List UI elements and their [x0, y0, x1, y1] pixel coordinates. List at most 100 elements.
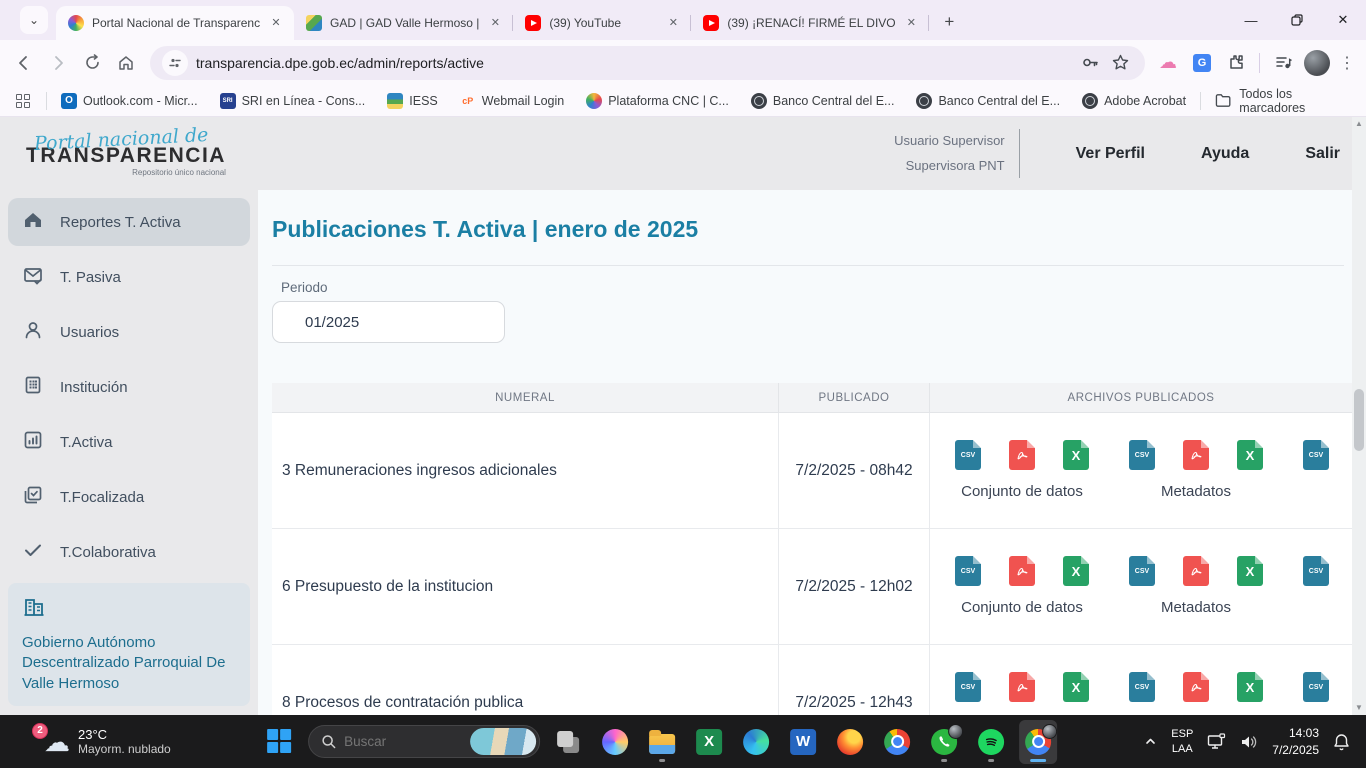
bookmark-item[interactable]: Banco Central del E...	[743, 89, 903, 113]
scroll-up-icon[interactable]: ▲	[1355, 117, 1363, 131]
taskbar-weather-widget[interactable]: ☁2 23°C Mayorm. nublado	[0, 727, 300, 756]
xls-file-icon[interactable]: X	[1237, 556, 1263, 586]
apps-grid-icon[interactable]	[16, 94, 30, 108]
bookmark-item[interactable]: SRI SRI en Línea - Cons...	[212, 89, 374, 113]
chrome-menu-icon[interactable]: ⋮	[1336, 53, 1358, 73]
taskbar-app-copilot[interactable]	[596, 720, 634, 764]
tray-clock[interactable]: 14:03 7/2/2025	[1272, 725, 1319, 757]
tab-close-icon[interactable]: ✕	[487, 15, 503, 31]
csv-file-icon[interactable]: CSV	[1303, 556, 1329, 586]
sidebar-item-t-focalizada[interactable]: T.Focalizada	[8, 473, 250, 521]
back-button[interactable]	[8, 47, 40, 79]
salir-link[interactable]: Salir	[1305, 145, 1340, 163]
pdf-file-icon[interactable]	[1009, 672, 1035, 702]
window-minimize-button[interactable]: —	[1228, 0, 1274, 40]
translate-extension-icon[interactable]: G	[1187, 48, 1217, 78]
csv-file-icon[interactable]: CSV	[955, 556, 981, 586]
browser-tab[interactable]: Portal Nacional de Transparenc ✕	[56, 6, 294, 40]
browser-tab[interactable]: (39) YouTube ✕	[513, 6, 691, 40]
taskbar-app-file-explorer[interactable]	[643, 720, 681, 764]
sidebar-item-instituci-n[interactable]: Institución	[8, 363, 250, 411]
sidebar-item-t-activa[interactable]: T.Activa	[8, 418, 250, 466]
browser-tab[interactable]: (39) ¡RENACÍ! FIRMÉ EL DIVORC ✕	[691, 6, 929, 40]
taskbar-app-spotify[interactable]	[972, 720, 1010, 764]
csv-file-icon[interactable]: CSV	[1129, 672, 1155, 702]
sidebar-item-usuarios[interactable]: Usuarios	[8, 308, 250, 356]
bookmark-item[interactable]: O Outlook.com - Micr...	[53, 89, 206, 113]
pdf-file-icon[interactable]	[1183, 440, 1209, 470]
tray-language-switcher[interactable]: ESP LAA	[1171, 727, 1193, 757]
site-info-icon[interactable]	[162, 50, 188, 76]
tab-search-button[interactable]: ⌄	[20, 6, 48, 34]
csv-file-icon[interactable]: CSV	[955, 672, 981, 702]
password-key-icon[interactable]	[1075, 48, 1105, 78]
tab-close-icon[interactable]: ✕	[665, 15, 681, 31]
tab-close-icon[interactable]: ✕	[268, 15, 284, 31]
taskbar-app-edge[interactable]	[737, 720, 775, 764]
bookmark-item[interactable]: cP Webmail Login	[452, 89, 572, 113]
numeral-cell: 6 Presupuesto de la institucion	[272, 529, 778, 644]
taskbar-app-word[interactable]: W	[784, 720, 822, 764]
csv-file-icon[interactable]: CSV	[1129, 556, 1155, 586]
ver-perfil-link[interactable]: Ver Perfil	[1076, 145, 1145, 163]
csv-file-icon[interactable]: CSV	[955, 440, 981, 470]
taskbar-app-task-view[interactable]	[549, 720, 587, 764]
window-close-button[interactable]: ✕	[1320, 0, 1366, 40]
tray-chevron-icon[interactable]	[1144, 735, 1157, 748]
bookmark-item[interactable]: Banco Central del E...	[908, 89, 1068, 113]
sidebar-item-reportes-t-activa[interactable]: Reportes T. Activa	[8, 198, 250, 246]
weather-extension-icon[interactable]: ☁	[1153, 48, 1183, 78]
window-restore-button[interactable]	[1274, 0, 1320, 40]
pdf-file-icon[interactable]	[1183, 672, 1209, 702]
csv-file-icon[interactable]: CSV	[1129, 440, 1155, 470]
taskbar-app-excel[interactable]: X	[690, 720, 728, 764]
sidebar-item-t-colaborativa[interactable]: T.Colaborativa	[8, 528, 250, 576]
user-icon	[22, 319, 44, 345]
entity-card[interactable]: Gobierno Autónomo Descentralizado Parroq…	[8, 583, 250, 706]
new-tab-button[interactable]: +	[935, 8, 963, 36]
taskbar-app-chrome[interactable]	[878, 720, 916, 764]
csv-file-icon[interactable]: CSV	[1303, 672, 1329, 702]
pdf-file-icon[interactable]	[1009, 556, 1035, 586]
all-bookmarks-label[interactable]: Todos los marcadores	[1239, 87, 1356, 115]
xls-file-icon[interactable]: X	[1063, 556, 1089, 586]
period-input[interactable]	[272, 301, 505, 343]
volume-icon[interactable]	[1240, 734, 1258, 750]
pdf-file-icon[interactable]	[1009, 440, 1035, 470]
ayuda-link[interactable]: Ayuda	[1201, 145, 1249, 163]
profile-avatar[interactable]	[1302, 48, 1332, 78]
reload-button[interactable]	[76, 47, 108, 79]
taskbar-search-box[interactable]	[308, 725, 540, 758]
taskbar-app-firefox[interactable]	[831, 720, 869, 764]
search-daily-image[interactable]	[470, 728, 536, 755]
browser-tab[interactable]: GAD | GAD Valle Hermoso | ✕	[294, 6, 513, 40]
scrollbar-thumb[interactable]	[1354, 389, 1364, 451]
scroll-down-icon[interactable]: ▼	[1355, 701, 1363, 715]
page-scrollbar[interactable]: ▲ ▼	[1352, 117, 1366, 715]
taskbar-start-button[interactable]	[261, 720, 299, 764]
sidebar-item-t-pasiva[interactable]: T. Pasiva	[8, 253, 250, 301]
search-input[interactable]	[344, 734, 454, 749]
xls-file-icon[interactable]: X	[1237, 440, 1263, 470]
media-controls-icon[interactable]	[1268, 48, 1298, 78]
taskbar-app-whatsapp[interactable]	[925, 720, 963, 764]
xls-file-icon[interactable]: X	[1063, 672, 1089, 702]
bookmark-item[interactable]: Adobe Acrobat	[1074, 89, 1194, 113]
bookmark-item[interactable]: IESS	[379, 89, 446, 113]
xls-file-icon[interactable]: X	[1237, 672, 1263, 702]
csv-file-icon[interactable]: CSV	[1303, 440, 1329, 470]
home-button[interactable]	[110, 47, 142, 79]
notifications-bell-icon[interactable]	[1333, 733, 1350, 751]
network-icon[interactable]	[1207, 733, 1226, 750]
bookmark-star-icon[interactable]	[1105, 48, 1135, 78]
xls-file-icon[interactable]: X	[1063, 440, 1089, 470]
address-bar[interactable]: transparencia.dpe.gob.ec/admin/reports/a…	[150, 46, 1145, 80]
extensions-puzzle-icon[interactable]	[1221, 48, 1251, 78]
bookmark-item[interactable]: Plataforma CNC | C...	[578, 89, 737, 113]
taskbar-app-chrome-profile[interactable]	[1019, 720, 1057, 764]
tab-close-icon[interactable]: ✕	[903, 15, 919, 31]
pdf-file-icon[interactable]	[1183, 556, 1209, 586]
url-text[interactable]: transparencia.dpe.gob.ec/admin/reports/a…	[196, 55, 1075, 71]
entity-name[interactable]: Gobierno Autónomo Descentralizado Parroq…	[22, 633, 236, 694]
forward-button[interactable]	[42, 47, 74, 79]
